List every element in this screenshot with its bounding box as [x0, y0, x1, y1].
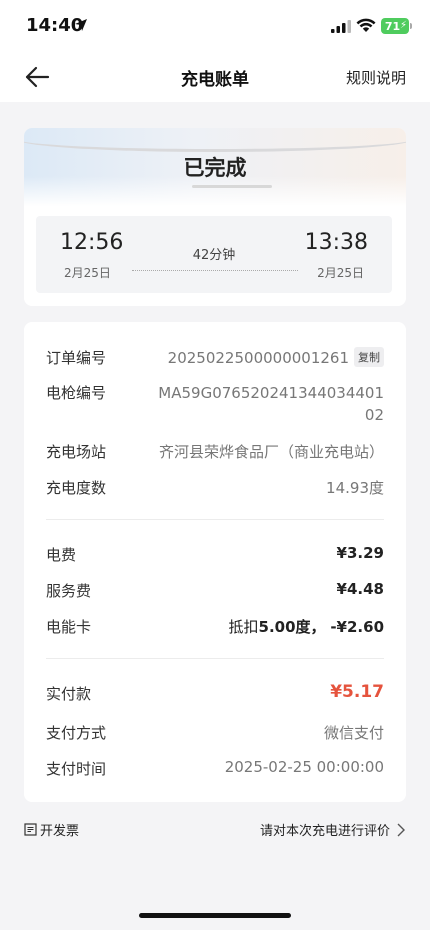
station-label: 充电场站	[46, 443, 107, 461]
order-status: 已完成	[183, 156, 247, 180]
pay-method-value: 微信支付	[323, 724, 384, 742]
pay-time-value: 2025-02-25 00:00:00	[224, 758, 384, 776]
battery-cap	[410, 23, 412, 29]
evaluate-link[interactable]: 请对本次充电进行评价	[260, 820, 406, 839]
gun-no-label: 电枪编号	[46, 384, 107, 402]
energy-card-label: 电能卡	[46, 618, 92, 636]
status-underline	[192, 185, 272, 188]
start-date: 2月25日	[64, 266, 111, 280]
nav-bar: 充电账单 规则说明	[0, 52, 430, 102]
kwh-value: 14.93度	[326, 479, 384, 497]
gun-no-value: MA59G07652024134403440102	[158, 384, 384, 424]
service-fee-value: ¥4.48	[336, 580, 384, 598]
service-fee-label: 服务费	[46, 582, 92, 600]
invoice-button[interactable]: 开发票	[24, 820, 79, 839]
signal-icon	[331, 20, 351, 33]
end-time: 13:38	[304, 230, 368, 255]
rules-link[interactable]: 规则说明	[346, 67, 406, 88]
kwh-label: 充电度数	[46, 479, 107, 497]
pay-time-label: 支付时间	[46, 760, 107, 778]
end-date: 2月25日	[317, 266, 364, 280]
station-value: 齐河县荣烨食品厂（商业充电站）	[158, 443, 384, 461]
paid-value: ¥5.17	[330, 682, 384, 702]
elec-fee-label: 电费	[46, 546, 77, 564]
energy-card-value: 抵扣5.00度， -¥2.60	[229, 616, 384, 637]
invoice-label: 开发票	[40, 824, 80, 839]
order-no: 2025022500000001261	[167, 349, 349, 367]
home-indicator[interactable]	[139, 913, 291, 918]
chevron-right-icon	[397, 823, 405, 836]
divider	[46, 519, 384, 520]
order-no-label: 订单编号	[46, 349, 107, 367]
copy-button[interactable]: 复制	[354, 347, 384, 367]
order-no-value: 2025022500000001261 复制	[168, 347, 384, 367]
energy-card-deduction: -¥2.60	[330, 618, 384, 636]
wifi-icon	[356, 18, 376, 32]
elec-fee-value: ¥3.29	[336, 544, 384, 562]
energy-card-amount: 5.00度，	[258, 618, 326, 636]
banner-arc	[24, 128, 406, 152]
charging-time-box: 12:56 2月25日 42分钟 13:38 2月25日	[36, 216, 392, 293]
charging-bolt-icon: ⚡	[399, 20, 407, 31]
status-bar: 14:40 71 ⚡	[0, 0, 430, 52]
bill-detail-card: 订单编号 2025022500000001261 复制 电枪编号 MA59G076…	[24, 322, 406, 802]
duration-dotted-line	[132, 270, 298, 271]
battery-icon: 71 ⚡	[381, 18, 409, 34]
battery-level: 71	[384, 19, 401, 33]
paid-label: 实付款	[46, 685, 92, 703]
divider	[46, 658, 384, 659]
location-arrow-icon	[75, 19, 87, 31]
invoice-icon	[24, 823, 37, 836]
pay-method-label: 支付方式	[46, 724, 107, 742]
energy-card-prefix: 抵扣	[228, 618, 259, 636]
status-card: 已完成 12:56 2月25日 42分钟 13:38 2月25日	[24, 128, 406, 306]
evaluate-label: 请对本次充电进行评价	[259, 824, 390, 839]
